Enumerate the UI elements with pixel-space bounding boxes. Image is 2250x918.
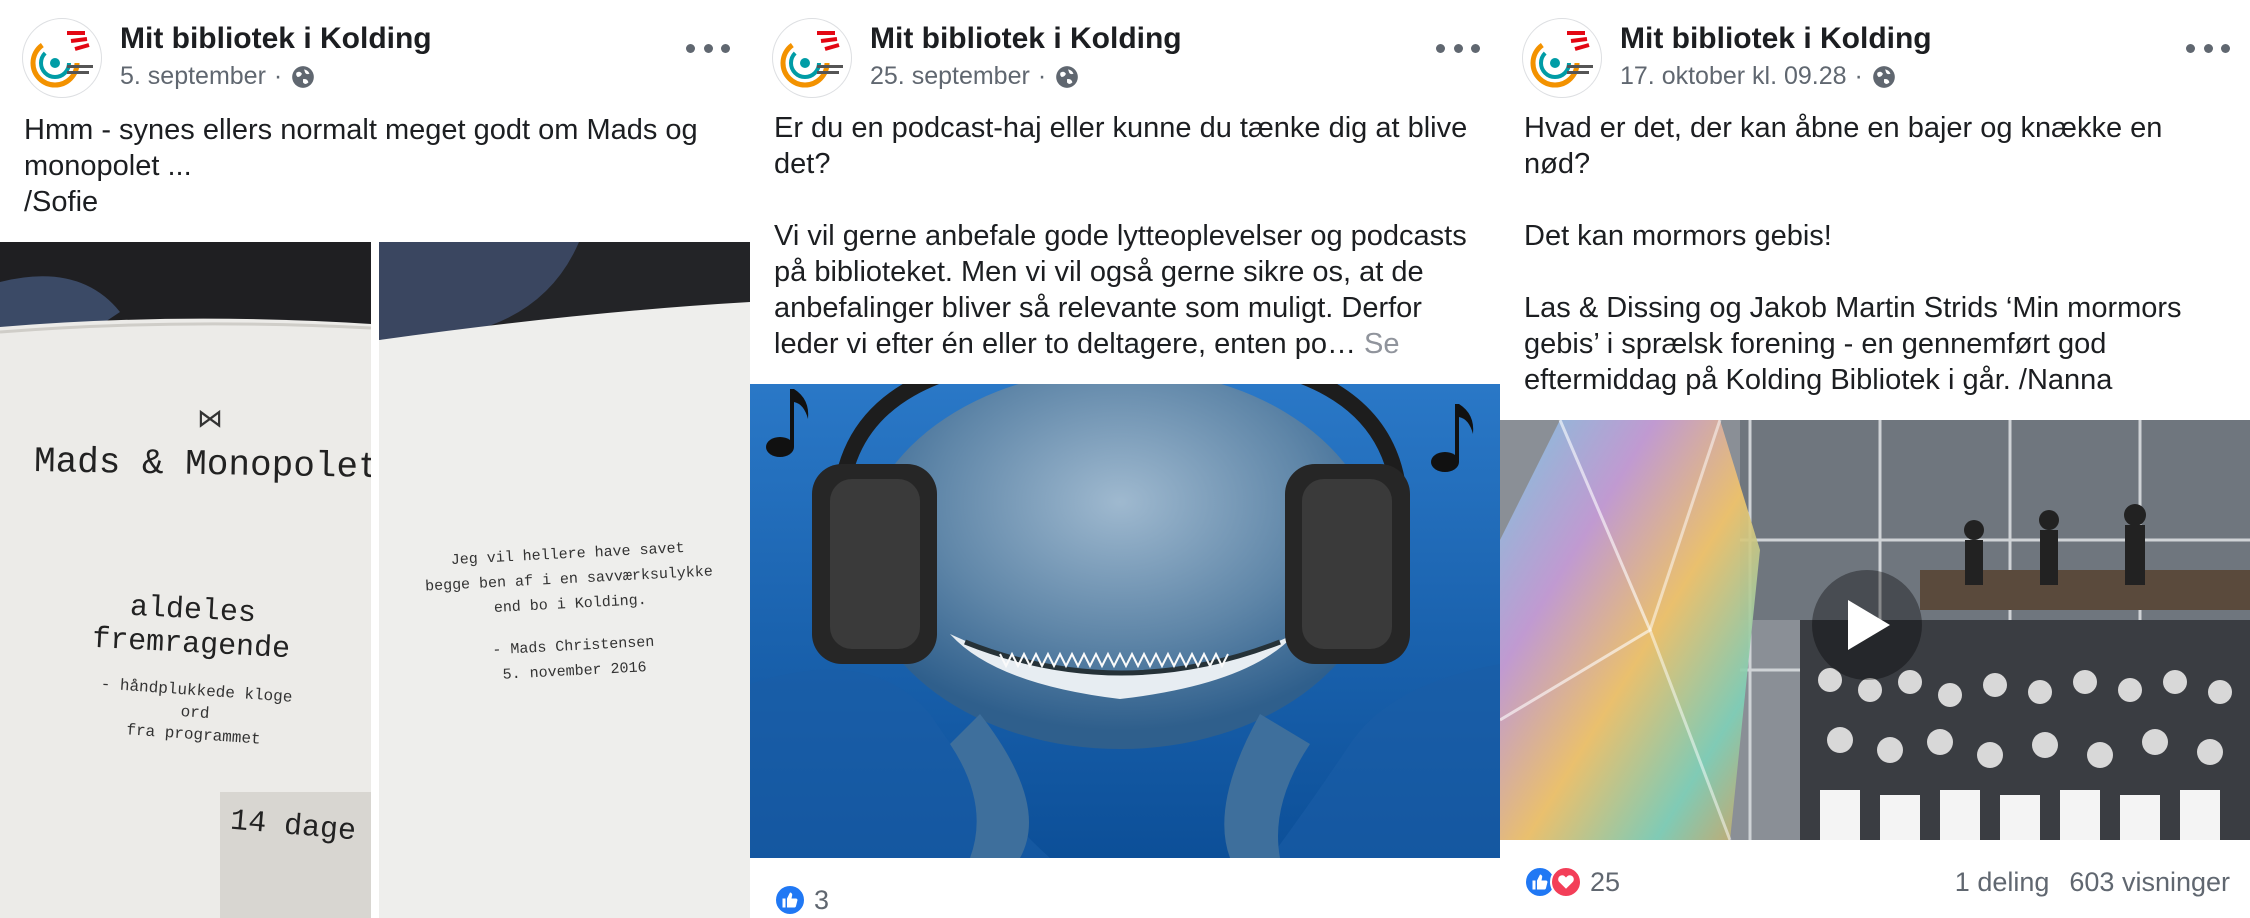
more-options-icon[interactable] [1436, 36, 1480, 60]
play-icon[interactable] [1812, 570, 1922, 680]
globe-icon [1056, 65, 1078, 88]
post-date[interactable]: 25. september [870, 62, 1030, 91]
post-stats: 1 deling 603 visninger [1955, 867, 2230, 898]
booklet-heading: aldeles fremragende [91, 590, 291, 668]
post-image-shark[interactable] [750, 384, 1500, 858]
page-avatar[interactable] [22, 18, 102, 98]
post-card: Mit bibliotek i Kolding 25. september · … [750, 0, 1500, 918]
page-name[interactable]: Mit bibliotek i Kolding [1620, 22, 1932, 56]
post-footer: 3 [774, 880, 1480, 918]
post-photo-right[interactable]: Jeg vil hellere have savet begge ben af … [379, 242, 750, 918]
library-logo-icon [780, 31, 843, 88]
post-card: Mit bibliotek i Kolding 17. oktober kl. … [1500, 0, 2250, 918]
post-date[interactable]: 5. september [120, 62, 266, 91]
meta-separator: · [1854, 62, 1863, 90]
shark-headphones-image [750, 384, 1500, 858]
page-avatar[interactable] [1522, 18, 1602, 98]
like-icon[interactable] [774, 884, 806, 916]
shares-count[interactable]: 1 deling [1955, 867, 2050, 898]
meta-separator: · [1037, 62, 1047, 90]
post-video[interactable] [1500, 420, 2250, 840]
post-footer: 25 1 deling 603 visninger [1524, 862, 2230, 902]
globe-icon [1873, 65, 1895, 88]
page-name[interactable]: Mit bibliotek i Kolding [120, 22, 432, 56]
more-options-icon[interactable] [2186, 36, 2230, 60]
reaction-count[interactable]: 3 [814, 885, 829, 916]
views-count[interactable]: 603 visninger [2069, 867, 2230, 898]
post-meta: 5. september · [120, 62, 316, 91]
post-meta: 17. oktober kl. 09.28 · [1620, 62, 1897, 91]
reaction-count[interactable]: 25 [1590, 867, 1620, 898]
post-photo-left[interactable]: ⋈ Mads & Monopolet aldeles fremragende -… [0, 242, 371, 918]
quote-text: Jeg vil hellere have savet begge ben af … [424, 539, 714, 617]
post-header: Mit bibliotek i Kolding 5. september · [22, 18, 730, 98]
booklet-title: Mads & Monopolet [33, 440, 371, 489]
post-text-body: Er du en podcast-haj eller kunne du tænk… [774, 112, 1468, 360]
post-header: Mit bibliotek i Kolding 25. september · [772, 18, 1480, 98]
post-card: Mit bibliotek i Kolding 5. september · H… [0, 0, 750, 918]
globe-icon [292, 65, 315, 88]
more-options-icon[interactable] [686, 36, 730, 60]
library-logo-icon [30, 31, 93, 88]
library-logo-icon [1530, 31, 1593, 88]
post-header: Mit bibliotek i Kolding 17. oktober kl. … [1522, 18, 2230, 98]
page-avatar[interactable] [772, 18, 852, 98]
meta-separator: · [273, 62, 283, 90]
bowtie-icon: ⋈ [197, 404, 223, 434]
post-meta: 25. september · [870, 62, 1080, 91]
love-icon[interactable] [1550, 866, 1582, 898]
page-name[interactable]: Mit bibliotek i Kolding [870, 22, 1182, 56]
post-text: Hmm - synes ellers normalt meget godt om… [24, 114, 698, 218]
post-text: Hvad er det, der kan åbne en bajer og kn… [1524, 112, 2182, 396]
post-text: Er du en podcast-haj eller kunne du tænk… [774, 110, 1470, 365]
post-date[interactable]: 17. oktober kl. 09.28 [1620, 62, 1847, 91]
